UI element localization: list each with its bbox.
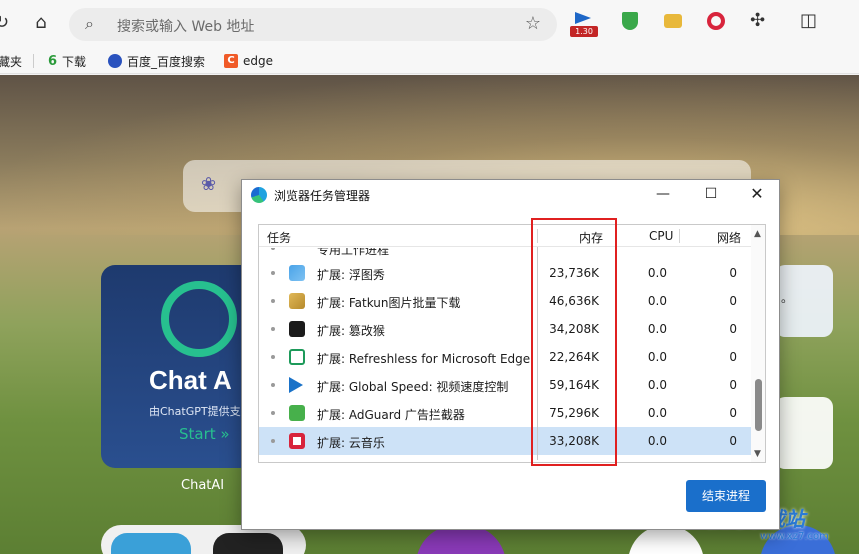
split-screen-icon[interactable]: ◫: [800, 10, 822, 36]
browser-toolbar: ↻ ⌂ ⌕ 搜索或输入 Web 地址 ☆ 1.30 ✣ ◫: [0, 0, 859, 48]
task-network: 0: [729, 266, 737, 280]
download-site-icon: 6: [48, 53, 58, 69]
favorite-edge[interactable]: C edge: [224, 52, 273, 70]
task-name: 扩展: AdGuard 广告拦截器: [317, 408, 465, 422]
baidu-paw-icon: ❀: [201, 174, 217, 195]
favorite-edge-label: edge: [243, 54, 273, 68]
fatkun-extension-icon[interactable]: [664, 10, 686, 36]
task-name: 扩展: Refreshless for Microsoft Edge: [317, 352, 531, 366]
edge-logo-icon: [251, 187, 267, 203]
task-cpu: 0.0: [647, 350, 667, 364]
home-icon[interactable]: ⌂: [28, 12, 54, 38]
favorites-folder-label: 藏夹: [0, 54, 23, 69]
table-row[interactable]: 扩展: Global Speed: 视频速度控制 59,164K 0.0 0: [259, 371, 751, 399]
task-network: 0: [729, 378, 737, 392]
maximize-button[interactable]: ☐: [688, 180, 734, 208]
image-icon: [289, 265, 305, 281]
table-row[interactable]: 扩展: 篡改猴 34,208K 0.0 0: [259, 315, 751, 343]
baidu-paw-icon: [108, 54, 122, 68]
favorites-bar: 藏夹 6 下载 百度_百度搜索 C edge: [0, 48, 859, 74]
task-cpu: 0.0: [647, 378, 667, 392]
table-row[interactable]: 扩展: Fatkun图片批量下载 46,636K 0.0 0: [259, 287, 751, 315]
task-cpu: 0.0: [647, 322, 667, 336]
column-header-network[interactable]: 网络: [717, 229, 741, 246]
vertical-scrollbar[interactable]: ▲ ▼: [751, 225, 765, 462]
task-network: 0: [729, 406, 737, 420]
highlight-box: [531, 218, 617, 466]
task-network: 0: [729, 350, 737, 364]
speed-badge: 1.30: [570, 26, 598, 37]
task-cpu: 0.0: [647, 266, 667, 280]
column-header-task[interactable]: 任务: [267, 229, 291, 246]
chatai-start-link[interactable]: Start »: [179, 425, 230, 443]
task-cpu: 0.0: [647, 294, 667, 308]
cloud-music-extension-icon[interactable]: [707, 10, 729, 36]
edge-site-icon: C: [224, 54, 238, 68]
task-cpu: 0.0: [647, 406, 667, 420]
scroll-up-icon[interactable]: ▲: [754, 229, 761, 239]
task-name: 扩展: Global Speed: 视频速度控制: [317, 380, 509, 394]
close-button[interactable]: ✕: [734, 180, 780, 208]
chatai-description: 由ChatGPT提供支: [149, 405, 241, 418]
task-cpu: 0.0: [647, 434, 667, 448]
divider: [33, 54, 34, 68]
table-row-selected[interactable]: 扩展: 云音乐 33,208K 0.0 0: [259, 427, 751, 455]
table-row[interactable]: 扩展: AdGuard 广告拦截器 75,296K 0.0 0: [259, 399, 751, 427]
scrollbar-thumb[interactable]: [755, 379, 762, 431]
address-bar[interactable]: ⌕ 搜索或输入 Web 地址 ☆: [69, 8, 557, 41]
chatai-caption: ChatAI: [181, 478, 225, 493]
address-placeholder[interactable]: 搜索或输入 Web 地址: [117, 16, 254, 36]
task-network: 0: [729, 434, 737, 448]
favorite-baidu-label: 百度_百度搜索: [127, 54, 206, 69]
favorites-folder[interactable]: 藏夹: [0, 52, 22, 70]
dialog-title: 浏览器任务管理器: [274, 189, 371, 203]
minimize-button[interactable]: —: [640, 180, 686, 208]
table-row[interactable]: 扩展: Refreshless for Microsoft Edge 22,26…: [259, 343, 751, 371]
column-header-cpu[interactable]: CPU: [649, 229, 673, 243]
task-network: 0: [729, 322, 737, 336]
task-table: 任务 内存 CPU 网络 专用工作进程 扩展: 浮图秀 23,736K 0.0 …: [258, 224, 766, 463]
favorite-download[interactable]: 6 下载: [48, 52, 86, 70]
task-name: 扩展: Fatkun图片批量下载: [317, 296, 461, 310]
chatai-title: Chat A: [149, 365, 232, 395]
right-tile-text: 。: [781, 291, 794, 305]
task-name: 扩展: 云音乐: [317, 436, 385, 450]
right-tile-2[interactable]: [775, 397, 833, 469]
fatkun-icon: [289, 293, 305, 309]
end-process-button[interactable]: 结束进程: [686, 480, 766, 512]
task-name: 专用工作进程: [317, 248, 390, 257]
task-name: 扩展: 浮图秀: [317, 268, 385, 282]
table-body: 专用工作进程 扩展: 浮图秀 23,736K 0.0 0 扩展: Fatkun图…: [259, 248, 751, 462]
dialog-titlebar[interactable]: 浏览器任务管理器 — ☐ ✕: [242, 180, 779, 208]
task-name: 扩展: 篡改猴: [317, 324, 385, 338]
scroll-down-icon[interactable]: ▼: [754, 449, 761, 459]
music-icon: [289, 433, 305, 449]
refresh-icon: [289, 349, 305, 365]
task-network: 0: [729, 294, 737, 308]
task-manager-dialog: 浏览器任务管理器 — ☐ ✕ 任务 内存 CPU 网络 专用工作进程 扩展: 浮…: [241, 179, 780, 530]
table-row[interactable]: 扩展: 浮图秀 23,736K 0.0 0: [259, 259, 751, 287]
chatai-tile[interactable]: Chat A 由ChatGPT提供支 Start »: [101, 265, 261, 468]
extensions-puzzle-icon[interactable]: ✣: [750, 10, 772, 36]
watermark-url: www.xz7.com: [760, 531, 829, 542]
table-header: 任务 内存 CPU 网络: [259, 225, 765, 247]
favorite-star-icon[interactable]: ☆: [525, 13, 541, 34]
play-icon: [289, 377, 303, 393]
refresh-icon[interactable]: ↻: [0, 12, 14, 36]
adguard-extension-icon[interactable]: [620, 10, 640, 36]
global-speed-extension-icon[interactable]: 1.30: [570, 10, 598, 37]
right-tile[interactable]: 。: [775, 265, 833, 337]
shield-icon: [289, 405, 305, 421]
monkey-icon: [289, 321, 305, 337]
favorite-baidu[interactable]: 百度_百度搜索: [108, 52, 205, 70]
favorite-download-label: 下载: [62, 54, 87, 69]
search-icon: ⌕: [85, 14, 94, 33]
openai-logo-icon: [161, 281, 237, 357]
